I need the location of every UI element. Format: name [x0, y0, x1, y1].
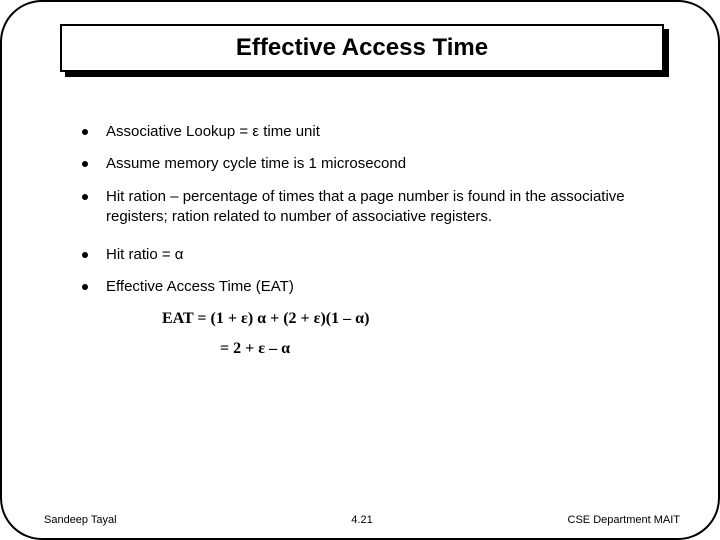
slide-title: Effective Access Time: [60, 24, 664, 72]
bullet-item: Associative Lookup = ε time unit: [82, 122, 662, 142]
bullet-icon: [82, 194, 88, 200]
bullet-icon: [82, 129, 88, 135]
bullet-text: Associative Lookup = ε time unit: [106, 122, 320, 142]
bullet-text: Hit ratio = α: [106, 245, 183, 265]
bullet-item: Effective Access Time (EAT): [82, 277, 662, 297]
slide-frame: Effective Access Time Associative Lookup…: [0, 0, 720, 540]
bullet-text: Assume memory cycle time is 1 microsecon…: [106, 154, 406, 174]
bullet-text: Effective Access Time (EAT): [106, 277, 294, 297]
equation-line-1: EAT = (1 + ε) α + (2 + ε)(1 – α): [162, 310, 662, 328]
title-container: Effective Access Time: [60, 24, 664, 72]
bullet-icon: [82, 161, 88, 167]
equation-line-2: = 2 + ε – α: [220, 340, 662, 358]
bullet-item: Assume memory cycle time is 1 microsecon…: [82, 154, 662, 174]
bullet-icon: [82, 252, 88, 258]
bullet-item: Hit ratio = α: [82, 245, 662, 265]
bullet-item: Hit ration – percentage of times that a …: [82, 187, 662, 228]
bullet-text: Hit ration – percentage of times that a …: [106, 187, 662, 228]
content-area: Associative Lookup = ε time unit Assume …: [82, 122, 662, 358]
bullet-icon: [82, 284, 88, 290]
footer-department: CSE Department MAIT: [568, 514, 680, 526]
